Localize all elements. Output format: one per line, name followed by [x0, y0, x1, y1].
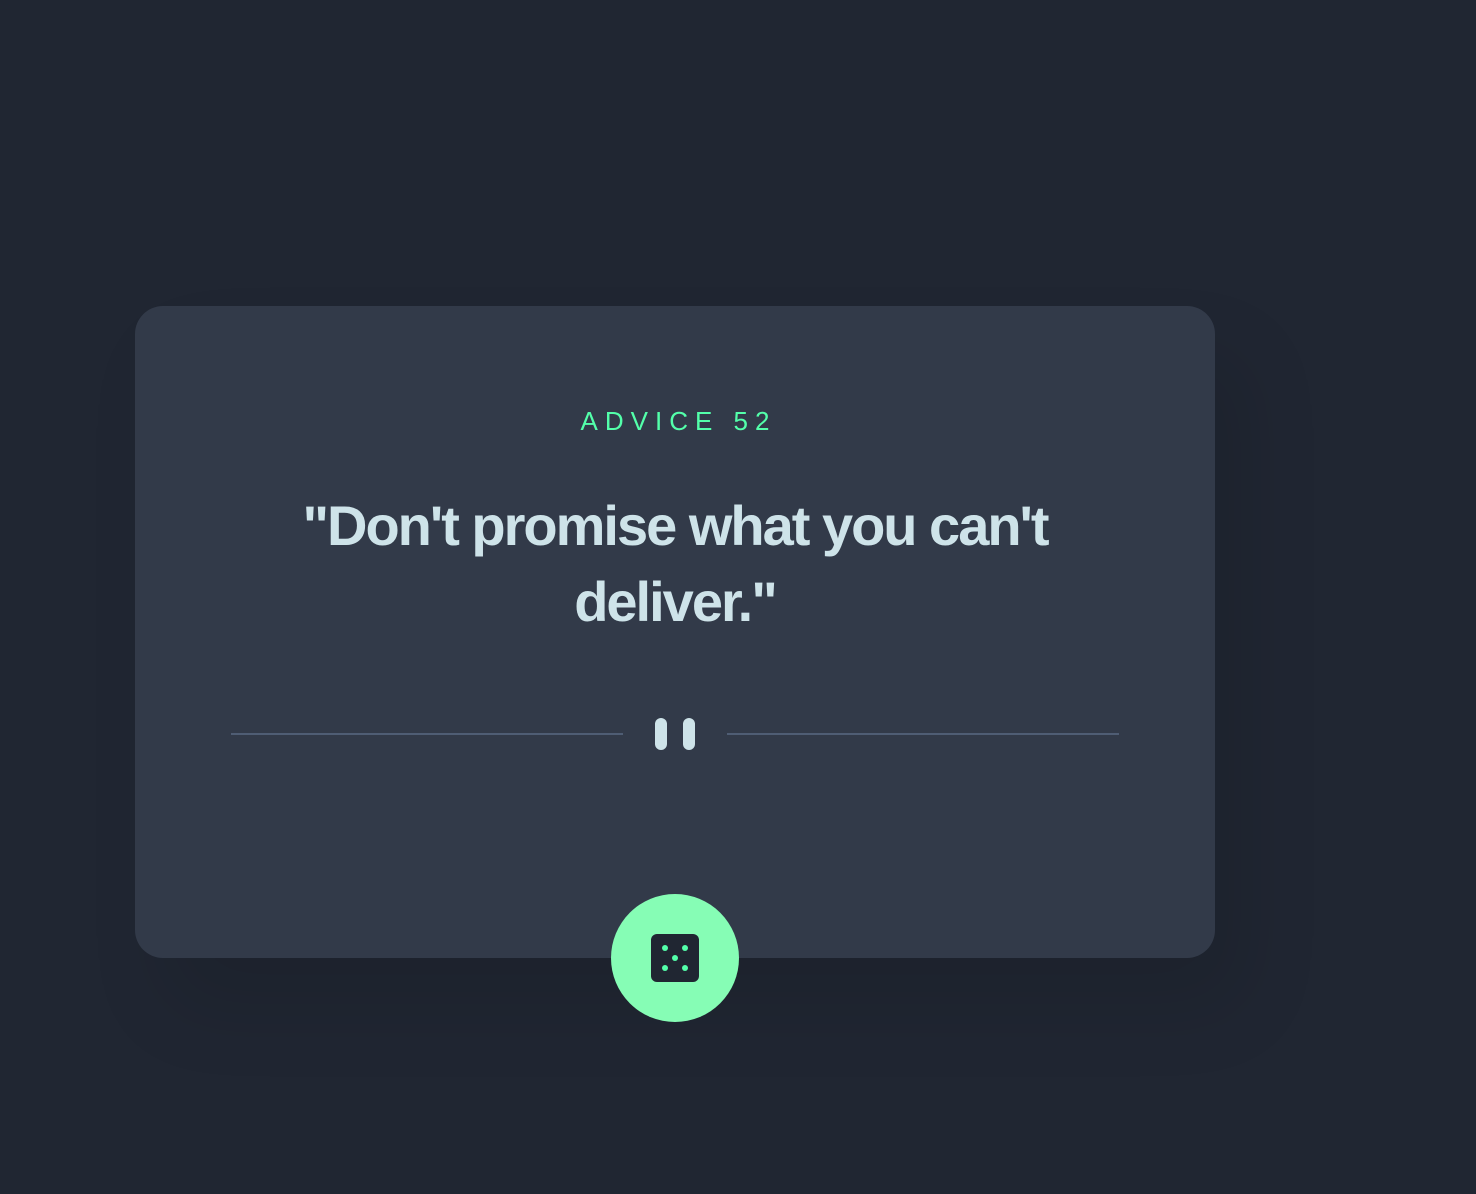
- divider-line-right: [727, 733, 1119, 735]
- advice-quote: "Don't promise what you can't deliver.": [302, 494, 1049, 633]
- advice-card: ADVICE 52 "Don't promise what you can't …: [135, 306, 1215, 958]
- pause-icon: [655, 718, 695, 750]
- page: ADVICE 52 "Don't promise what you can't …: [0, 0, 1476, 1194]
- advice-id-label: ADVICE 52: [580, 406, 777, 436]
- divider-line-left: [231, 733, 623, 735]
- new-advice-dice-button[interactable]: [611, 894, 739, 1022]
- divider: [231, 718, 1119, 750]
- dice-icon: [651, 934, 699, 982]
